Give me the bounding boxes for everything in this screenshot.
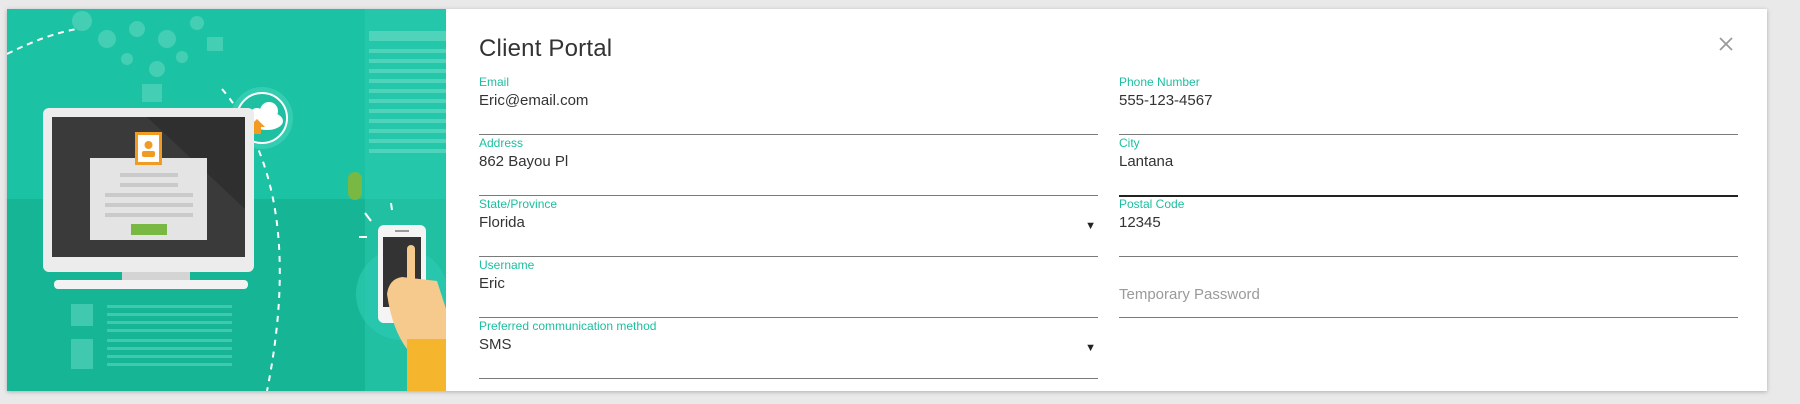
illustration-art: [7, 9, 446, 391]
state-province-label: State/Province: [479, 197, 558, 211]
client-portal-dialog: Client Portal Email Eric@email.com Phone…: [7, 9, 1767, 391]
dialog-title: Client Portal: [479, 35, 613, 62]
chevron-down-icon[interactable]: ▼: [1085, 342, 1096, 354]
email-field[interactable]: Email Eric@email.com: [479, 75, 1098, 135]
phone-number-label: Phone Number: [1119, 75, 1200, 89]
communication-method-select[interactable]: Preferred communication method SMS ▼: [479, 319, 1098, 379]
email-label: Email: [479, 75, 510, 89]
city-field[interactable]: City Lantana: [1119, 136, 1738, 197]
state-province-select[interactable]: State/Province Florida ▼: [479, 197, 1098, 257]
city-value[interactable]: Lantana: [1119, 153, 1173, 170]
phone-number-value[interactable]: 555-123-4567: [1119, 92, 1212, 109]
email-value[interactable]: Eric@email.com: [479, 92, 588, 109]
username-label: Username: [479, 258, 535, 272]
postal-code-field[interactable]: Postal Code 12345: [1119, 197, 1738, 257]
temporary-password-field[interactable]: Temporary Password: [1119, 258, 1738, 318]
state-province-value[interactable]: Florida: [479, 214, 525, 231]
postal-code-label: Postal Code: [1119, 197, 1185, 211]
city-label: City: [1119, 136, 1140, 150]
address-value[interactable]: 862 Bayou Pl: [479, 153, 568, 170]
address-field[interactable]: Address 862 Bayou Pl: [479, 136, 1098, 196]
close-icon: [1719, 37, 1733, 51]
client-portal-form: Client Portal Email Eric@email.com Phone…: [446, 9, 1767, 391]
chevron-down-icon[interactable]: ▼: [1085, 220, 1096, 232]
username-field[interactable]: Username Eric: [479, 258, 1098, 318]
username-value[interactable]: Eric: [479, 275, 505, 292]
communication-method-label: Preferred communication method: [479, 319, 657, 333]
postal-code-value[interactable]: 12345: [1119, 214, 1161, 231]
temporary-password-placeholder[interactable]: Temporary Password: [1119, 286, 1260, 303]
address-label: Address: [479, 136, 524, 150]
phone-number-field[interactable]: Phone Number 555-123-4567: [1119, 75, 1738, 135]
portal-illustration: [7, 9, 446, 391]
close-button[interactable]: [1715, 33, 1737, 55]
communication-method-value[interactable]: SMS: [479, 336, 512, 353]
